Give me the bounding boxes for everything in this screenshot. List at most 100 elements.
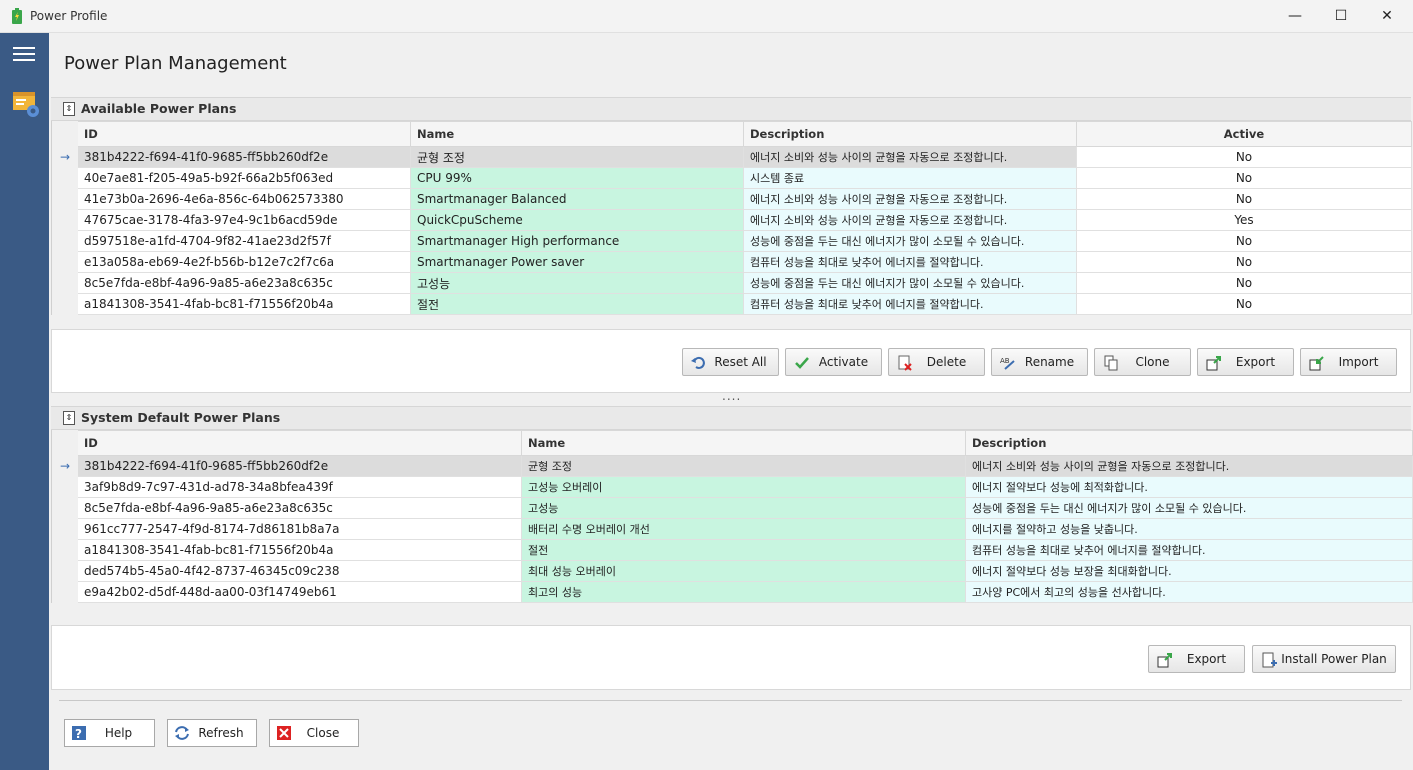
reset-all-button[interactable]: Reset All [682,348,779,376]
plan-id: e13a058a-eb69-4e2f-b56b-b12e7c2f7c6a [77,251,411,273]
export-default-button[interactable]: Export [1148,645,1245,673]
plan-id: 961cc777-2547-4f9d-8174-7d86181b8a7a [77,518,522,540]
plan-id: e9a42b02-d5df-448d-aa00-03f14749eb61 [77,581,522,603]
table-row[interactable]: → 381b4222-f694-41f0-9685-ff5bb260df2e 균… [52,455,1413,477]
plan-description: 에너지 소비와 성능 사이의 균형을 자동으로 조정합니다. [743,209,1077,231]
activate-button[interactable]: Activate [785,348,882,376]
plan-active: No [1076,272,1412,294]
system-default-plans-grid: ID Name Description → 381b4222-f694-41f0… [51,430,1413,603]
close-window-button[interactable]: ✕ [1364,0,1410,32]
table-row[interactable]: d597518e-a1fd-4704-9f82-41ae23d2f57f Sma… [52,230,1412,252]
plan-name: 절전 [410,293,744,315]
plan-name: 균형 조정 [410,146,744,168]
svg-text:?: ? [75,727,82,741]
plan-description: 성능에 중점을 두는 대신 에너지가 많이 소모될 수 있습니다. [743,230,1077,252]
plan-name: Smartmanager Balanced [410,188,744,210]
table-row[interactable]: 3af9b8d9-7c97-431d-ad78-34a8bfea439f 고성능… [52,476,1413,498]
table-row[interactable]: a1841308-3541-4fab-bc81-f71556f20b4a 절전 … [52,293,1412,315]
column-header-name[interactable]: Name [521,430,966,456]
plan-name: 고성능 오버레이 [521,476,966,498]
plan-id: 381b4222-f694-41f0-9685-ff5bb260df2e [77,455,522,477]
title-bar: Power Profile — ☐ ✕ [0,0,1413,33]
plan-name: 고성능 [521,497,966,519]
help-icon: ? [72,726,86,741]
plan-id: 381b4222-f694-41f0-9685-ff5bb260df2e [77,146,411,168]
plan-name: Smartmanager High performance [410,230,744,252]
column-header-active[interactable]: Active [1076,121,1412,147]
collapse-toggle-icon[interactable]: ⇕ [63,102,75,116]
plan-description: 성능에 중점을 두는 대신 에너지가 많이 소모될 수 있습니다. [743,272,1077,294]
install-power-plan-button[interactable]: Install Power Plan [1252,645,1396,673]
column-header-name[interactable]: Name [410,121,744,147]
minimize-icon: — [1288,8,1302,24]
table-row[interactable]: e13a058a-eb69-4e2f-b56b-b12e7c2f7c6a Sma… [52,251,1412,273]
maximize-button[interactable]: ☐ [1318,0,1364,32]
table-row[interactable]: a1841308-3541-4fab-bc81-f71556f20b4a 절전 … [52,539,1413,561]
table-row[interactable]: e9a42b02-d5df-448d-aa00-03f14749eb61 최고의… [52,581,1413,603]
plan-active: No [1076,230,1412,252]
collapse-toggle-icon[interactable]: ⇕ [63,411,75,425]
export-button[interactable]: Export [1197,348,1294,376]
power-settings-icon[interactable] [11,89,41,119]
table-row[interactable]: 8c5e7fda-e8bf-4a96-9a85-a6e23a8c635c 고성능… [52,497,1413,519]
table-row[interactable]: 8c5e7fda-e8bf-4a96-9a85-a6e23a8c635c 고성능… [52,272,1412,294]
copy-icon [1104,355,1118,371]
table-row[interactable]: 961cc777-2547-4f9d-8174-7d86181b8a7a 배터리… [52,518,1413,540]
table-row[interactable]: 41e73b0a-2696-4e6a-856c-64b062573380 Sma… [52,188,1412,210]
clone-button[interactable]: Clone [1094,348,1191,376]
undo-icon [691,356,705,369]
delete-button[interactable]: Delete [888,348,985,376]
plan-id: 3af9b8d9-7c97-431d-ad78-34a8bfea439f [77,476,522,498]
plan-active: No [1076,188,1412,210]
plan-name: 최고의 성능 [521,581,966,603]
section-title: System Default Power Plans [81,410,281,425]
minimize-button[interactable]: — [1272,0,1318,32]
plan-description: 에너지 소비와 성능 사이의 균형을 자동으로 조정합니다. [965,455,1413,477]
plan-description: 에너지 절약보다 성능 보장을 최대화합니다. [965,560,1413,582]
help-button[interactable]: ? Help [64,719,155,747]
sidebar [0,33,49,770]
plan-id: 8c5e7fda-e8bf-4a96-9a85-a6e23a8c635c [77,497,522,519]
close-button[interactable]: Close [269,719,359,747]
plan-active: No [1076,167,1412,189]
table-row[interactable]: ded574b5-45a0-4f42-8737-46345c09c238 최대 … [52,560,1413,582]
column-header-description[interactable]: Description [743,121,1077,147]
table-row[interactable]: 40e7ae81-f205-49a5-b92f-66a2b5f063ed CPU… [52,167,1412,189]
rename-icon: AB [1000,357,1015,370]
plan-description: 시스템 종료 [743,167,1077,189]
export-icon [1206,356,1221,371]
plan-id: ded574b5-45a0-4f42-8737-46345c09c238 [77,560,522,582]
import-button[interactable]: Import [1300,348,1397,376]
plan-name: 배터리 수명 오버레이 개선 [521,518,966,540]
plan-id: 8c5e7fda-e8bf-4a96-9a85-a6e23a8c635c [77,272,411,294]
system-default-actions: Export Install Power Plan [51,625,1411,690]
splitter-handle[interactable]: .... [722,389,741,403]
export-icon [1157,653,1172,668]
refresh-button[interactable]: Refresh [167,719,257,747]
table-row[interactable]: 47675cae-3178-4fa3-97e4-9c1b6acd59de Qui… [52,209,1412,231]
plan-name: 절전 [521,539,966,561]
window-title: Power Profile [30,9,108,23]
plan-description: 컴퓨터 성능을 최대로 낮추어 에너지를 절약합니다. [743,293,1077,315]
checkmark-icon [795,357,809,369]
plan-name: CPU 99% [410,167,744,189]
plan-id: a1841308-3541-4fab-bc81-f71556f20b4a [77,539,522,561]
rename-button[interactable]: AB Rename [991,348,1088,376]
plan-name: 고성능 [410,272,744,294]
import-icon [1309,356,1324,371]
table-row[interactable]: → 381b4222-f694-41f0-9685-ff5bb260df2e 균… [52,146,1412,168]
plan-id: d597518e-a1fd-4704-9f82-41ae23d2f57f [77,230,411,252]
delete-icon [898,355,912,371]
column-header-description[interactable]: Description [965,430,1413,456]
available-plans-grid: ID Name Description Active → 381b4222-f6… [51,121,1412,315]
plan-description: 컴퓨터 성능을 최대로 낮추어 에너지를 절약합니다. [743,251,1077,273]
column-header-id[interactable]: ID [77,430,522,456]
plan-description: 에너지를 절약하고 성능을 낮춥니다. [965,518,1413,540]
plan-id: 40e7ae81-f205-49a5-b92f-66a2b5f063ed [77,167,411,189]
install-icon [1262,652,1277,668]
column-header-id[interactable]: ID [77,121,411,147]
row-indicator-icon: → [52,455,78,477]
hamburger-menu-icon[interactable] [13,47,35,61]
plan-active: No [1076,251,1412,273]
plan-name: Smartmanager Power saver [410,251,744,273]
